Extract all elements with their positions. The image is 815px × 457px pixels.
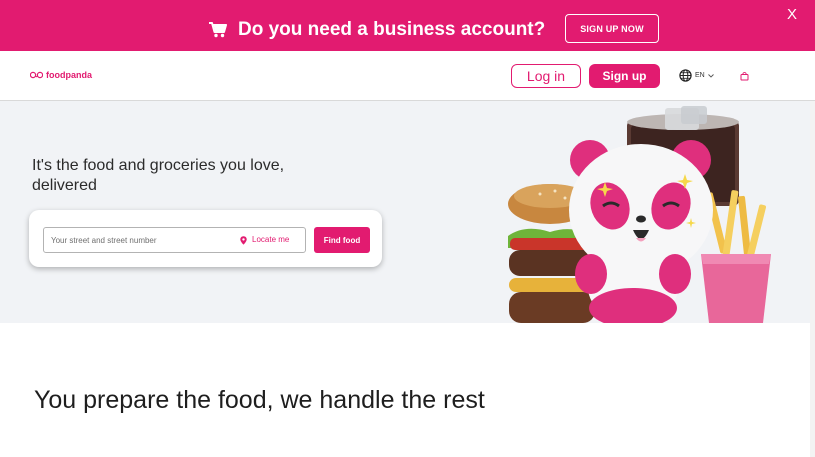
locate-me-label: Locate me (252, 235, 290, 244)
promo-text: Do you need a business account? (238, 19, 546, 40)
section-title: You prepare the food, we handle the rest (34, 386, 485, 414)
business-promo-banner: Do you need a business account? SIGN UP … (0, 0, 815, 51)
hero-section: It's the food and groceries you love, de… (0, 101, 815, 323)
chevron-down-icon (707, 73, 714, 78)
cart-icon (209, 22, 227, 38)
login-button[interactable]: Log in (511, 64, 581, 88)
locate-me-button[interactable]: Locate me (240, 235, 289, 245)
signup-button[interactable]: Sign up (589, 64, 660, 88)
close-banner-button[interactable]: X (784, 6, 800, 24)
foodpanda-logo[interactable]: foodpanda (30, 70, 92, 80)
panda-food-illustration (508, 106, 771, 323)
page-scrollbar[interactable] (810, 101, 815, 457)
site-header: foodpanda Log in Sign up EN (0, 51, 815, 101)
shopping-bag-icon[interactable] (740, 71, 749, 81)
globe-icon (679, 69, 692, 82)
panda-logo-icon (30, 71, 43, 79)
address-input[interactable] (51, 233, 231, 247)
language-selector[interactable]: EN (679, 69, 714, 82)
find-food-button[interactable]: Find food (314, 227, 370, 253)
hero-title: It's the food and groceries you love, de… (32, 157, 285, 194)
address-search-card: Locate me Find food (29, 210, 382, 267)
language-label: EN (695, 72, 705, 79)
location-pin-icon (240, 235, 247, 245)
sign-up-now-button[interactable]: SIGN UP NOW (565, 14, 659, 43)
panda-mascot-image (569, 140, 713, 323)
logo-text: foodpanda (46, 70, 92, 80)
address-field[interactable]: Locate me (43, 227, 306, 253)
